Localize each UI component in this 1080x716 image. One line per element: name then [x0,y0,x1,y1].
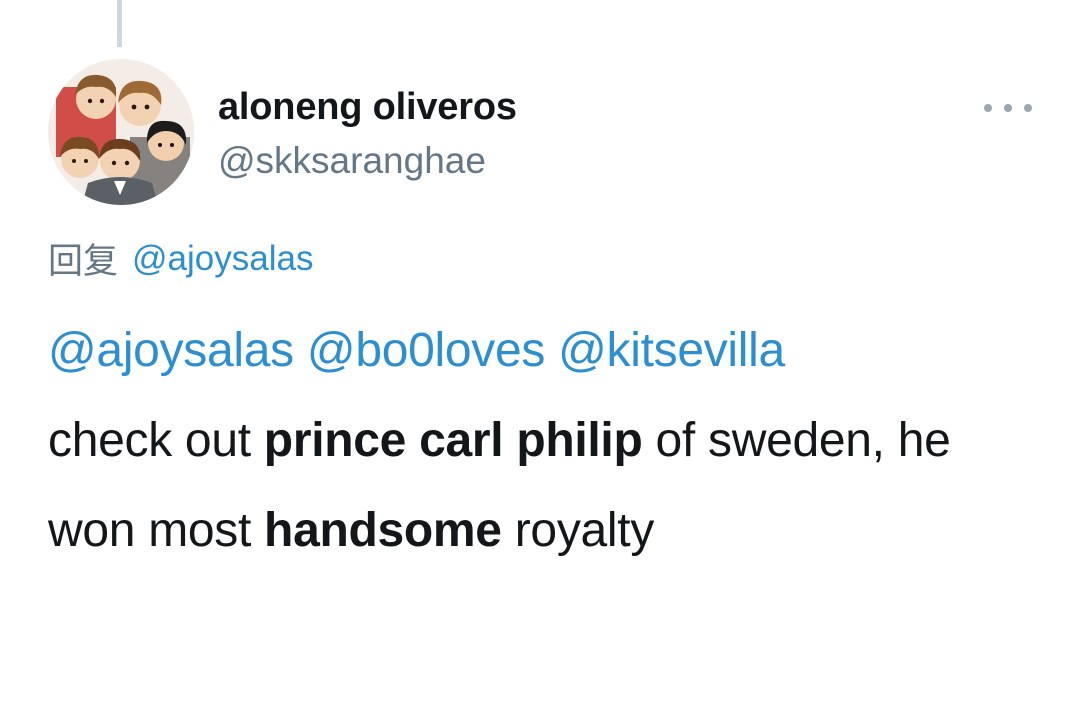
tweet-text: @ajoysalas @bo0loves @kitsevilla check ou… [48,306,1048,576]
more-horizontal-icon-dot-2 [1004,104,1012,112]
tweet-text-segment: check out [48,414,264,467]
reply-prefix: 回复 [48,242,119,281]
user-handle[interactable]: @skksaranghae [218,140,486,182]
avatar[interactable] [48,59,194,205]
mention-link[interactable]: @ajoysalas [48,324,294,377]
tweet-card: aloneng oliveros @skksaranghae 回复 @ajoys… [0,0,1080,716]
display-name[interactable]: aloneng oliveros [218,86,517,129]
mention-link[interactable]: @bo0loves [307,324,545,377]
tweet-text-segment: royalty [501,504,655,557]
thread-connector-line [117,0,122,47]
more-horizontal-icon [984,104,992,112]
reply-to-handle-link[interactable]: @ajoysalas [132,239,313,279]
mention-link[interactable]: @kitsevilla [558,324,785,377]
more-horizontal-icon-dot-3 [1024,104,1032,112]
tweet-bold-segment: prince carl philip [263,414,643,467]
tweet-bold-segment: handsome [264,504,502,557]
avatar-illustration [48,59,194,205]
more-options-button[interactable] [984,98,1032,118]
reply-context: 回复 @ajoysalas [48,233,313,284]
